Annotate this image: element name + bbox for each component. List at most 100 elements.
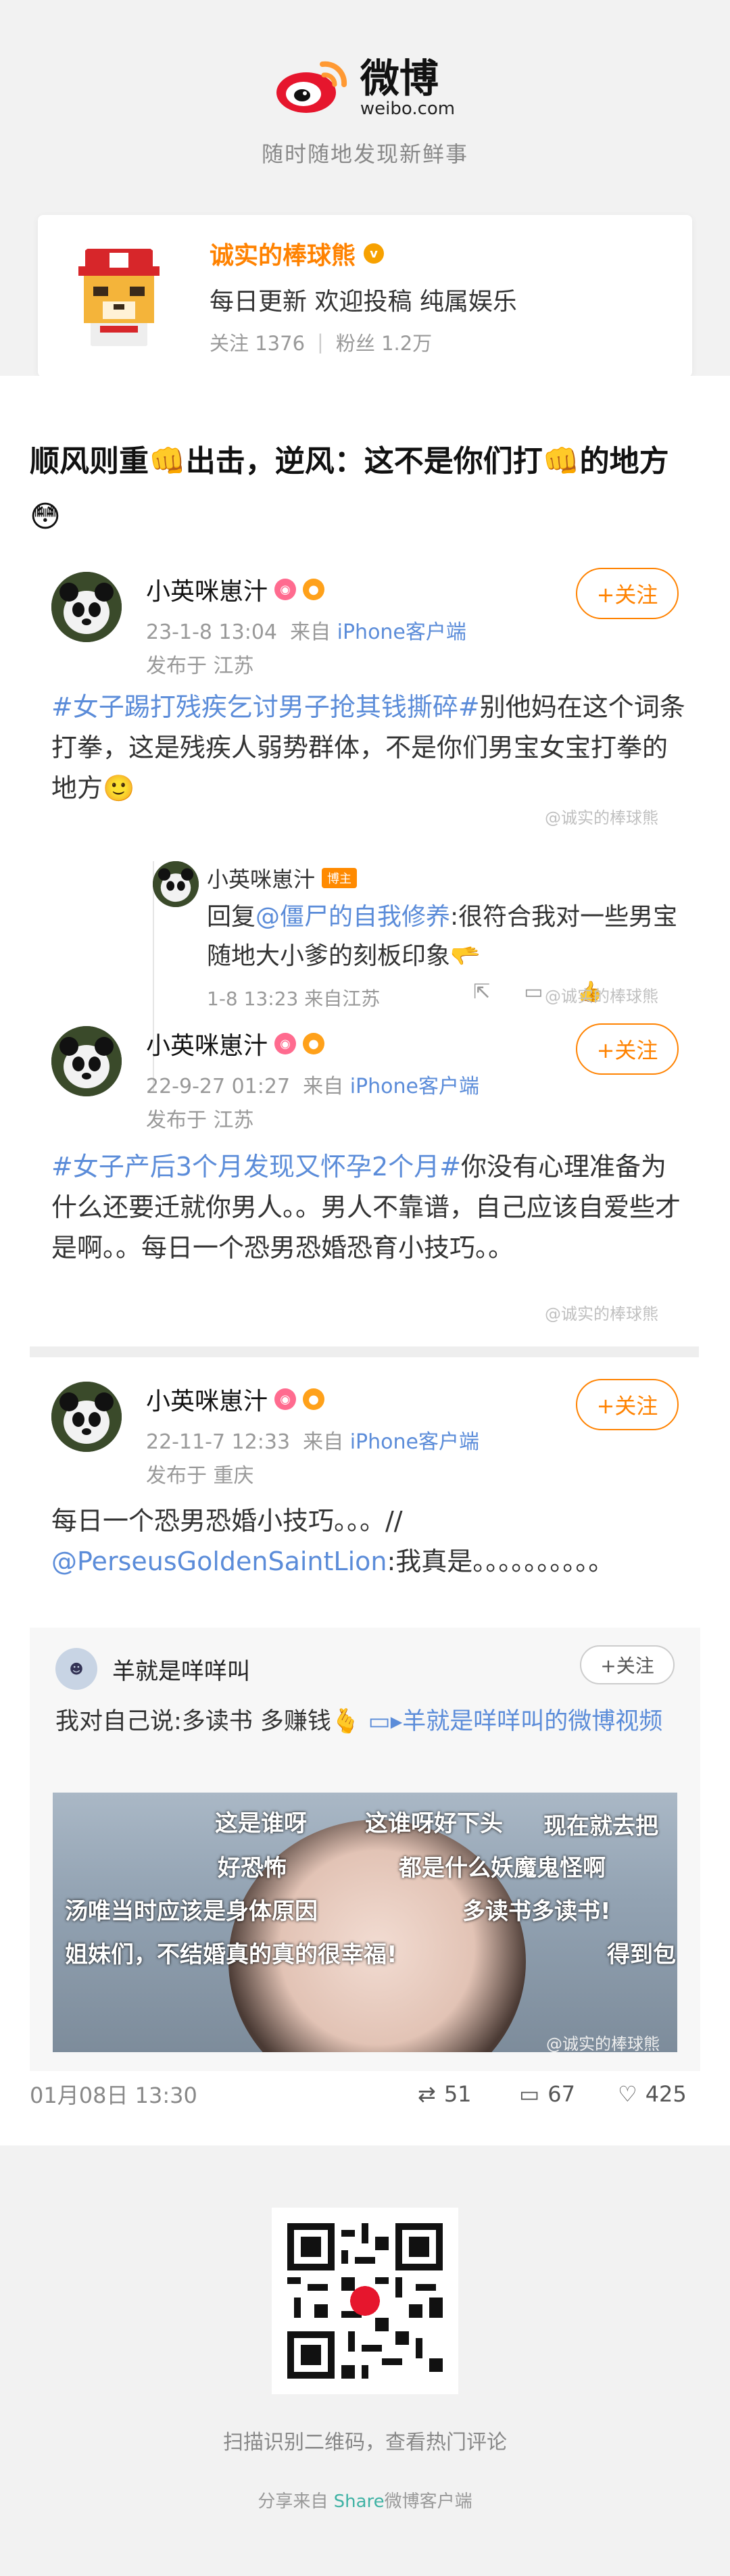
- source-prefix: 来自: [290, 621, 331, 644]
- video-icon: ▭▸: [368, 1708, 403, 1735]
- post-meta: 22-11-7 12:33 来自 iPhone客户端: [146, 1425, 479, 1455]
- fan-level-icon: ●: [303, 579, 325, 600]
- headline-part-3: 的地方: [579, 444, 669, 479]
- repost-action[interactable]: ⇄ 51: [418, 2081, 472, 2107]
- following-count: 1376: [255, 332, 306, 355]
- qr-code[interactable]: [272, 2208, 458, 2394]
- comment-item-3: 小英咪崽汁 ◉ ● 22-11-7 12:33 来自 iPhone客户端 发布于…: [51, 1382, 479, 1488]
- watermark: @诚实的棒球熊: [545, 808, 658, 827]
- danmaku-comment: 好恐怖: [218, 1855, 287, 1882]
- share-caption: 分享来自 Share微博客户端: [0, 2487, 730, 2512]
- brand-slogan: 随时随地发现新鲜事: [261, 141, 468, 167]
- watermark: @诚实的棒球熊: [545, 1305, 658, 1323]
- comment-text: 每日一个恐男恐婚小技巧。。。// @PerseusGoldenSaintLion…: [51, 1501, 687, 1582]
- post-footer: 01月08日 13:30 ⇄ 51 ▭ 67 ♡ 425: [30, 2067, 699, 2121]
- username[interactable]: 小英咪崽汁: [146, 572, 268, 607]
- profile-bio: 每日更新 欢迎投稿 纯属娱乐: [210, 288, 517, 316]
- repost-header: ☻ 羊就是咩咩叫: [55, 1648, 250, 1690]
- heart-icon: ♡: [618, 2081, 637, 2107]
- comment-body: 每日一个恐男恐婚小技巧。。。//: [51, 1506, 403, 1536]
- post-location: 发布于 重庆: [146, 1464, 254, 1488]
- reply-text: 回复@僵尸的自我修养:很符合我对一些男宝随地大小爹的刻板印象🫳: [207, 898, 680, 976]
- fist-emoji-icon: 👊: [542, 444, 580, 479]
- topic-link[interactable]: #女子产后3个月发现又怀孕2个月#: [51, 1152, 461, 1182]
- brand-name: 微博: [360, 55, 439, 101]
- followers-label: 粉丝: [335, 332, 375, 355]
- danmaku-comment: 汤唯当时应该是身体原因: [65, 1898, 318, 1925]
- reply-author: 小英咪崽汁 博主: [207, 862, 358, 894]
- source-link[interactable]: iPhone客户端: [350, 1430, 479, 1454]
- repost-username[interactable]: 羊就是咩咩叫: [112, 1653, 250, 1686]
- source-link[interactable]: iPhone客户端: [350, 1075, 479, 1098]
- avatar[interactable]: [51, 1382, 122, 1452]
- profile-avatar[interactable]: [62, 239, 176, 353]
- comment-item-1: 小英咪崽汁 ◉ ● 23-1-8 13:04 来自 iPhone客户端 发布于 …: [51, 572, 466, 679]
- source-link[interactable]: iPhone客户端: [337, 621, 466, 644]
- mention-link[interactable]: @僵尸的自我修养: [256, 903, 450, 931]
- like-count: 425: [645, 2081, 687, 2107]
- fist-emoji-icon: 👊: [149, 444, 186, 479]
- danmaku-comment: 得到包: [607, 1941, 676, 1968]
- comment-item-2: 小英咪崽汁 ◉ ● 22-9-27 01:27 来自 iPhone客户端 发布于…: [51, 1026, 479, 1133]
- share-suffix: 微博客户端: [384, 2492, 472, 2512]
- qr-caption: 扫描识别二维码，查看热门评论: [223, 2431, 507, 2454]
- watermark: @诚实的棒球熊: [546, 2035, 660, 2052]
- comment-text: #女子产后3个月发现又怀孕2个月#你没有心理准备为什么还要迁就你男人。。男人不靠…: [51, 1146, 687, 1268]
- share-link[interactable]: Share: [334, 2492, 385, 2512]
- mention-link[interactable]: @PerseusGoldenSaintLion: [51, 1547, 387, 1576]
- repost-body: 我对自己说:多读书 多赚钱🫰: [55, 1708, 361, 1735]
- profile-card[interactable]: 诚实的棒球熊 v 每日更新 欢迎投稿 纯属娱乐 关注 1376 | 粉丝 1.2…: [38, 215, 692, 377]
- video-thumbnail[interactable]: 这是谁呀 这谁呀好下头 现在就去把 好恐怖 都是什么妖魔鬼怪啊 汤唯当时应该是身…: [53, 1793, 677, 2052]
- brand-header: 微博 weibo.com 随时随地发现新鲜事: [0, 0, 730, 216]
- avatar[interactable]: [51, 1026, 122, 1096]
- comment-action[interactable]: ▭ 67: [519, 2081, 575, 2107]
- source-prefix: 来自: [303, 1430, 344, 1454]
- topic-link[interactable]: #女子踢打残疾乞讨男子抢其钱撕碎#: [51, 692, 480, 722]
- like-action[interactable]: ♡ 425: [618, 2081, 687, 2107]
- follow-button[interactable]: +关注: [576, 568, 679, 619]
- comment-count: 67: [548, 2081, 575, 2107]
- username[interactable]: 小英咪崽汁: [146, 1382, 268, 1417]
- danmaku-comment: 都是什么妖魔鬼怪啊: [399, 1855, 606, 1882]
- reply-avatar[interactable]: [153, 861, 199, 907]
- verified-badge-icon: v: [364, 243, 385, 264]
- repost-card[interactable]: ☻ 羊就是咩咩叫 +关注 我对自己说:多读书 多赚钱🫰 ▭▸羊就是咩咩叫的微博视…: [30, 1628, 700, 2071]
- danmaku-comment: 这谁呀好下头: [365, 1810, 503, 1837]
- followers-count: 1.2万: [381, 332, 433, 355]
- video-link[interactable]: ▭▸羊就是咩咩叫的微博视频: [368, 1708, 663, 1735]
- follow-button[interactable]: +关注: [576, 1379, 679, 1430]
- post-meta: 23-1-8 13:04 来自 iPhone客户端: [146, 615, 466, 645]
- reply-time: 1-8 13:23 来自江苏: [207, 988, 381, 1010]
- username[interactable]: 小英咪崽汁: [146, 1026, 268, 1061]
- reply-username[interactable]: 小英咪崽汁: [207, 862, 315, 894]
- repost-follow-button[interactable]: +关注: [580, 1645, 675, 1684]
- reply-prefix: 回复: [207, 903, 256, 931]
- repost-avatar[interactable]: ☻: [55, 1648, 97, 1690]
- fan-level-icon: ●: [303, 1388, 325, 1410]
- post-time: 23-1-8 13:04: [146, 621, 277, 644]
- comment-icon[interactable]: ▭: [524, 980, 543, 1004]
- member-icon: ◉: [274, 1388, 297, 1410]
- post-location: 发布于 江苏: [146, 1109, 254, 1132]
- post-date: 01月08日 13:30: [30, 2083, 197, 2108]
- section-divider: [30, 1346, 699, 1357]
- share-icon[interactable]: ⇱: [473, 980, 490, 1004]
- repost-count: 51: [443, 2081, 472, 2107]
- following-label: 关注: [210, 332, 249, 355]
- stats-divider: |: [317, 331, 324, 354]
- danmaku-comment: 现在就去把: [543, 1813, 658, 1840]
- host-badge: 博主: [322, 868, 358, 888]
- watermark: @诚实的棒球熊: [545, 987, 658, 1006]
- member-icon: ◉: [274, 1033, 297, 1054]
- avatar[interactable]: [51, 572, 122, 642]
- comment-icon: ▭: [519, 2081, 540, 2107]
- post-time: 22-11-7 12:33: [146, 1430, 291, 1454]
- follow-button[interactable]: +关注: [576, 1023, 679, 1075]
- profile-name[interactable]: 诚实的棒球熊: [210, 236, 356, 271]
- danmaku-comment: 多读书多读书!: [462, 1898, 611, 1925]
- post-headline: 顺风则重👊出击，逆风：这不是你们打👊的地方 😳: [30, 434, 699, 545]
- comment-body-2: :我真是。。。。。。。。。。: [387, 1547, 614, 1576]
- fan-level-icon: ●: [303, 1033, 325, 1054]
- surprised-emoji-icon: 😳: [30, 500, 61, 534]
- video-link-label: 羊就是咩咩叫的微博视频: [402, 1708, 663, 1735]
